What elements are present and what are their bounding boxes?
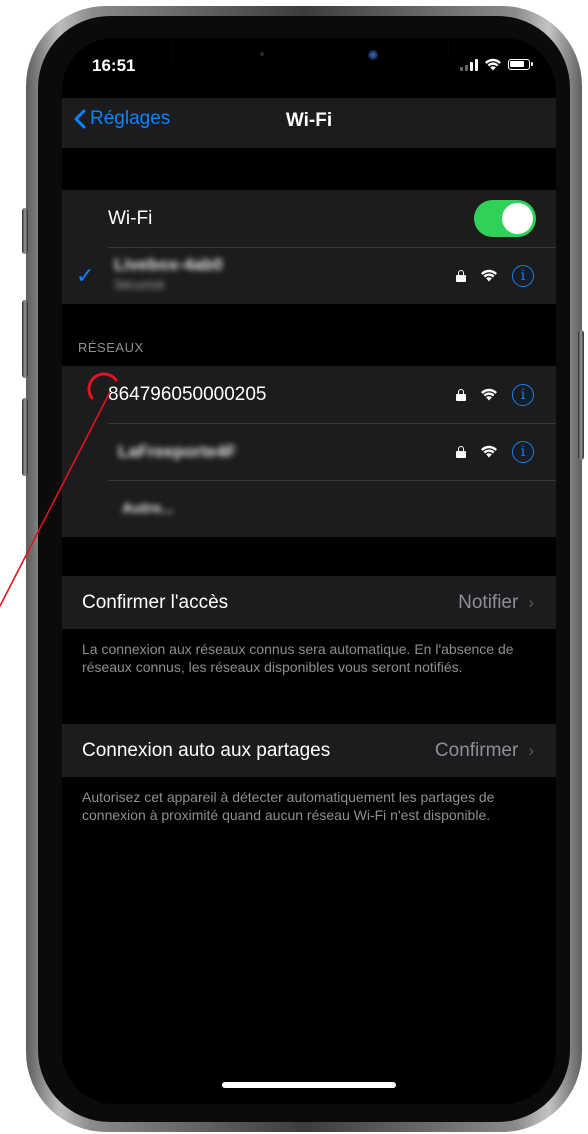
auto-join-value-text: Confirmer: [434, 739, 519, 761]
battery-icon: [508, 59, 533, 70]
wifi-group: Wi-Fi ✓ Livebox-4ab0 Sécurisé i: [62, 190, 556, 304]
wifi-toggle-row: Wi-Fi: [62, 190, 556, 247]
wifi-signal-icon: [481, 269, 497, 282]
ask-join-label: Confirmer l'accès: [82, 591, 229, 613]
screenshot-stage: 16:51 Réglages Wi-Fi Wi-Fi ✓ Livebox-4ab…: [0, 0, 588, 1134]
sensor-dot: [260, 52, 264, 56]
chevron-right-icon: ›: [528, 592, 534, 612]
network-row[interactable]: LaFreeporte4F i: [62, 423, 556, 480]
connected-network-row[interactable]: ✓ Livebox-4ab0 Sécurisé i: [62, 247, 556, 304]
auto-join-value: Confirmer ›: [435, 740, 534, 762]
front-camera: [368, 50, 378, 60]
page-title: Wi-Fi: [285, 110, 333, 131]
mute-switch: [22, 208, 28, 254]
other-network-row[interactable]: Autre...: [62, 480, 556, 537]
info-icon[interactable]: i: [512, 383, 534, 406]
wifi-label: Wi-Fi: [108, 207, 153, 229]
networks-group: 864796050000205 i LaFreeporte4F i Autre.…: [62, 366, 556, 537]
lock-icon: [456, 445, 466, 458]
status-time: 16:51: [92, 56, 136, 75]
wifi-toggle[interactable]: [474, 200, 536, 237]
ask-join-row[interactable]: Confirmer l'accès Notifier ›: [62, 576, 556, 629]
wifi-signal-icon: [481, 388, 497, 401]
connected-network-icons: i: [456, 247, 534, 304]
network-icons: i: [456, 423, 534, 480]
connected-network-name: Livebox-4ab0: [114, 255, 223, 274]
navigation-bar: Réglages Wi-Fi: [62, 98, 556, 148]
ask-join-group: Confirmer l'accès Notifier ›: [62, 576, 556, 629]
auto-join-label: Connexion auto aux partages: [82, 739, 331, 761]
ask-join-footer: La connexion aux réseaux connus sera aut…: [82, 641, 514, 675]
network-row[interactable]: 864796050000205 i: [62, 366, 556, 423]
wifi-status-icon: [485, 58, 501, 71]
info-icon[interactable]: i: [512, 264, 534, 287]
phone-screen: 16:51 Réglages Wi-Fi Wi-Fi ✓ Livebox-4ab…: [62, 38, 556, 1104]
connected-network-info: Livebox-4ab0 Sécurisé: [114, 255, 223, 292]
toggle-knob: [502, 203, 533, 234]
other-network-label: Autre...: [122, 500, 174, 517]
cellular-signal-icon: [460, 58, 478, 71]
volume-up-button: [22, 300, 28, 378]
notch: [172, 38, 448, 82]
auto-join-group: Connexion auto aux partages Confirmer ›: [62, 724, 556, 777]
network-icons: i: [456, 366, 534, 423]
lock-icon: [456, 269, 466, 282]
info-icon[interactable]: i: [512, 440, 534, 463]
ask-join-value: Notifier ›: [458, 592, 534, 614]
power-button: [578, 330, 584, 460]
connected-network-subtitle: Sécurisé: [114, 277, 165, 292]
wifi-signal-icon: [481, 445, 497, 458]
auto-join-row[interactable]: Connexion auto aux partages Confirmer ›: [62, 724, 556, 777]
status-icons: [460, 58, 533, 71]
chevron-right-icon: ›: [528, 740, 534, 760]
lock-icon: [456, 388, 466, 401]
volume-down-button: [22, 398, 28, 476]
home-indicator[interactable]: [222, 1082, 396, 1088]
network-name: LaFreeporte4F: [118, 441, 237, 461]
auto-join-footer: Autorisez cet appareil à détecter automa…: [82, 789, 495, 823]
networks-section-header: RÉSEAUX: [78, 340, 144, 355]
network-name: 864796050000205: [108, 383, 267, 405]
ask-join-value-text: Notifier: [458, 591, 519, 613]
checkmark-icon: ✓: [76, 262, 95, 288]
